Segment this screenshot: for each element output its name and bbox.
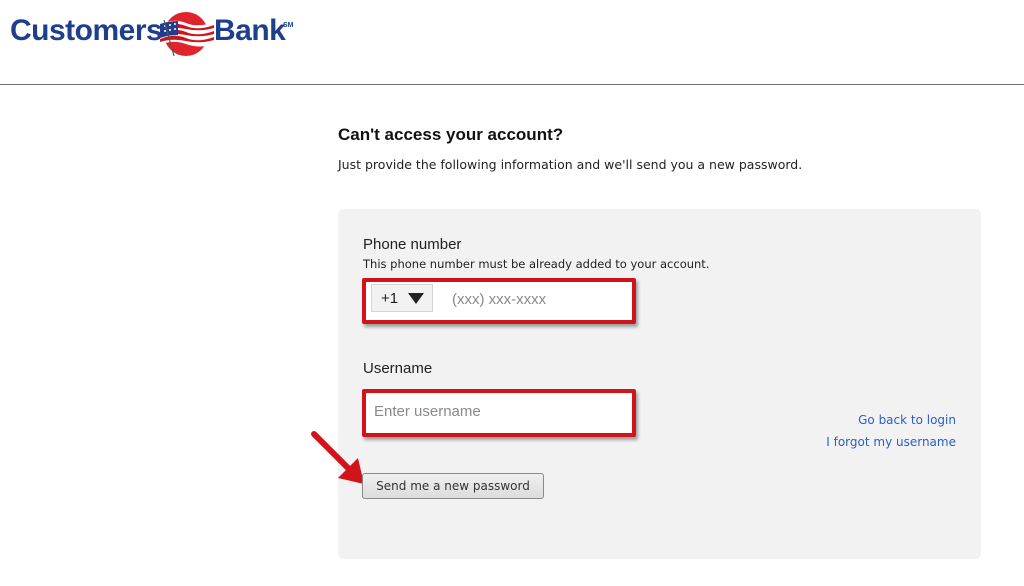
phone-label: Phone number <box>363 236 462 253</box>
username-highlight-box <box>362 389 636 437</box>
site-header: Customers Bank SM <box>0 0 1024 85</box>
country-code-value: +1 <box>381 289 399 307</box>
username-label: Username <box>363 360 433 377</box>
phone-number-input[interactable] <box>452 290 622 308</box>
country-code-select[interactable]: +1 <box>371 284 433 312</box>
go-back-to-login-link[interactable]: Go back to login <box>858 413 956 427</box>
phone-highlight-box: +1 <box>362 278 636 324</box>
phone-hint: This phone number must be already added … <box>363 257 710 271</box>
page-subtitle: Just provide the following information a… <box>338 157 803 172</box>
page-title: Can't access your account? <box>338 125 564 144</box>
username-input[interactable] <box>374 402 624 420</box>
logo-word-customers: Customers <box>10 14 163 47</box>
logo-word-bank: Bank <box>214 14 286 47</box>
dropdown-arrow-icon <box>408 292 425 304</box>
service-mark: SM <box>283 22 294 29</box>
forgot-username-link[interactable]: I forgot my username <box>826 435 956 449</box>
customers-bank-logo[interactable]: Customers Bank SM <box>10 10 310 57</box>
send-new-password-button[interactable]: Send me a new password <box>362 473 544 499</box>
flag-emblem-icon <box>160 12 214 57</box>
